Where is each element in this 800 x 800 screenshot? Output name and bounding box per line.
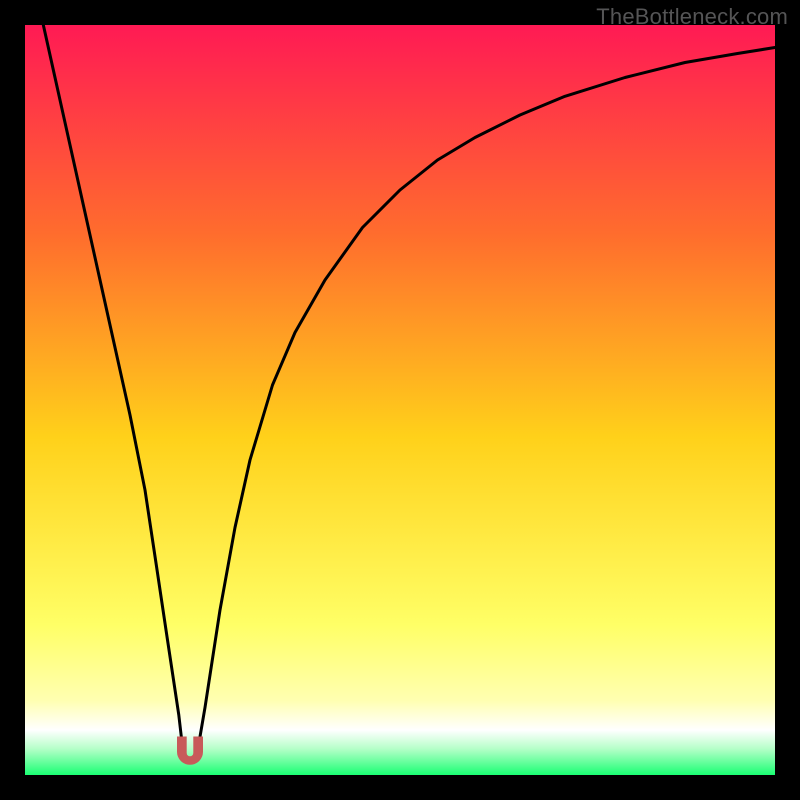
gradient-background <box>25 25 775 775</box>
chart-frame: TheBottleneck.com <box>0 0 800 800</box>
plot-area <box>25 25 775 775</box>
watermark-text: TheBottleneck.com <box>596 4 788 30</box>
chart-svg <box>25 25 775 775</box>
